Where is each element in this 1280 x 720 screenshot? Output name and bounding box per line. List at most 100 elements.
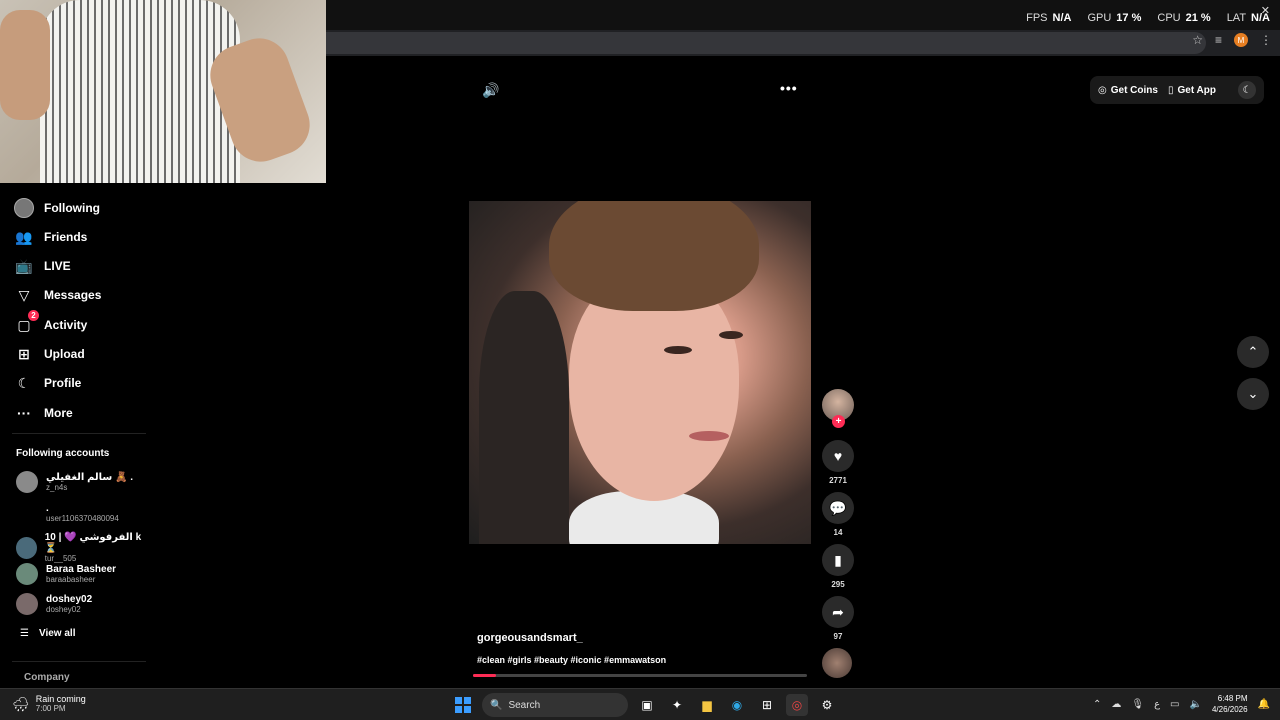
webcam-hand [0, 10, 50, 120]
avatar [16, 537, 37, 559]
more-options-icon[interactable]: ••• [780, 80, 798, 96]
bookmark-star-icon[interactable]: ☆ [1192, 33, 1203, 47]
chevron-up-icon: ⌃ [1247, 344, 1259, 359]
account-item[interactable]: . user1106370480094 [16, 502, 119, 524]
account-item[interactable]: doshey02 doshey02 [16, 593, 92, 615]
gpu-label: GPU [1087, 12, 1112, 24]
sidebar-item-label: More [44, 406, 73, 420]
webcam-person [40, 0, 240, 183]
theme-toggle-icon[interactable]: ☾ [1238, 81, 1256, 99]
clock-time: 6:48 PM [1217, 694, 1248, 703]
sidebar-item-label: Activity [44, 318, 88, 332]
cpu-label: CPU [1157, 12, 1181, 24]
sidebar-item-profile[interactable]: ☾ Profile [14, 373, 82, 393]
activity-icon: ▢ 2 [14, 310, 39, 335]
address-bar[interactable] [326, 32, 1206, 54]
sidebar-item-label: Messages [44, 288, 102, 302]
account-name: doshey02 [46, 593, 93, 605]
store-icon[interactable]: ⊞ [756, 694, 778, 716]
share-button[interactable]: ➦ [822, 596, 854, 628]
get-coins-button[interactable]: ◎ Get Coins [1098, 85, 1158, 96]
follow-plus-icon[interactable]: + [832, 415, 845, 428]
activity-badge: 2 [28, 310, 39, 321]
copilot-icon[interactable]: ✦ [666, 694, 688, 716]
view-all-label: View all [38, 628, 76, 639]
webcam-overlay [0, 0, 326, 183]
avatar [16, 563, 38, 585]
start-button[interactable] [452, 694, 474, 716]
following-avatar [14, 198, 34, 218]
next-video-button[interactable]: ⌄ [1237, 378, 1269, 410]
save-count: 295 [831, 580, 845, 589]
sidebar-item-following[interactable]: Following [14, 198, 100, 218]
account-handle: baraabasheer [46, 574, 96, 584]
music-disc[interactable] [822, 648, 852, 678]
weather-title: Rain coming [35, 694, 86, 704]
browser-menu-icon[interactable]: ⋮ [1260, 33, 1272, 47]
notification-bell-icon[interactable]: 🔔 [1258, 699, 1270, 710]
list-icon: ☰ [20, 628, 29, 639]
comment-button[interactable]: 💬 [822, 492, 854, 524]
cloud-icon[interactable]: ☁ [1111, 699, 1121, 710]
view-all-link[interactable]: ☰ View all [20, 628, 75, 639]
company-link[interactable]: Company [24, 672, 70, 683]
get-app-label: Get App [1177, 84, 1216, 96]
microphone-icon[interactable]: 🎙 [1131, 699, 1144, 710]
previous-video-button[interactable]: ⌃ [1237, 336, 1269, 368]
like-button[interactable]: ♥ [822, 440, 854, 472]
taskbar-search[interactable]: 🔍 Search [482, 693, 628, 717]
reading-list-icon[interactable]: ≡ [1215, 33, 1222, 47]
avatar [16, 502, 38, 524]
sidebar-item-live[interactable]: 📺 LIVE [14, 256, 71, 276]
phone-icon: ▯ [1167, 84, 1174, 96]
more-icon: ··· [17, 405, 31, 421]
account-item[interactable]: 10 | 💜 الفرفوشي k ⏳ tur__505 [16, 532, 150, 564]
chevron-up-icon[interactable]: ⌃ [1093, 699, 1101, 710]
account-name: Baraa Basheer [46, 563, 117, 575]
video-progress-bar[interactable] [473, 674, 807, 677]
coin-icon: ◎ [1098, 84, 1107, 96]
speaker-icon[interactable]: 🔈 [1190, 699, 1202, 710]
bookmark-icon: ▮ [834, 551, 842, 568]
fps-label: FPS [1026, 12, 1048, 24]
get-app-button[interactable]: ▯ Get App [1168, 85, 1216, 96]
weather-widget[interactable]: 🌧 Rain coming 7:00 PM [12, 694, 86, 714]
close-icon[interactable]: ✕ [1261, 4, 1270, 17]
account-name: سالم الغفيلي 🧸 . [46, 471, 134, 483]
browser-toolbar: ☆ ≡ M ⋮ [326, 30, 1280, 56]
file-explorer-icon[interactable]: ▆ [696, 694, 718, 716]
video-username[interactable]: gorgeousandsmart_ [477, 632, 583, 644]
account-item[interactable]: Baraa Basheer baraabasheer [16, 563, 116, 585]
account-name: 10 | 💜 الفرفوشي k ⏳ [44, 532, 142, 554]
performance-overlay: FPS N/A GPU 17 % CPU 21 % LAT N/A ✕ [326, 0, 1280, 30]
weather-time: 7:00 PM [35, 704, 66, 713]
app-icon[interactable]: ⚙ [816, 694, 838, 716]
volume-icon[interactable]: 🔊 [482, 82, 499, 99]
profile-avatar[interactable]: M [1234, 33, 1248, 47]
task-view-icon[interactable]: ▣ [636, 694, 658, 716]
save-button[interactable]: ▮ [822, 544, 854, 576]
chrome-icon[interactable]: ◎ [786, 694, 808, 716]
lat-label: LAT [1226, 12, 1247, 24]
video-eye [719, 331, 743, 339]
sidebar-item-label: LIVE [44, 259, 71, 273]
sidebar-item-more[interactable]: ··· More [14, 403, 73, 423]
account-handle: user1106370480094 [46, 513, 119, 523]
fps-value: N/A [1052, 12, 1072, 24]
sidebar-item-messages[interactable]: ▽ Messages [14, 285, 102, 305]
sidebar-item-upload[interactable]: ⊞ Upload [14, 344, 85, 364]
edge-icon[interactable]: ◉ [726, 694, 748, 716]
clock[interactable]: 6:48 PM 4/26/2026 [1212, 693, 1248, 715]
search-icon: 🔍 [490, 699, 503, 711]
clock-date: 4/26/2026 [1211, 705, 1248, 714]
account-item[interactable]: سالم الغفيلي 🧸 . z_n4s [16, 471, 133, 493]
language-indicator[interactable]: ع [1154, 699, 1160, 710]
gpu-value: 17 % [1116, 12, 1142, 24]
network-icon[interactable]: ▭ [1170, 699, 1179, 710]
comment-count: 14 [833, 528, 843, 537]
share-count: 97 [833, 632, 843, 641]
video-player[interactable] [469, 201, 811, 544]
sidebar-item-activity[interactable]: ▢ 2 Activity [14, 310, 88, 335]
sidebar-item-friends[interactable]: 👥 Friends [14, 227, 87, 247]
video-hashtags[interactable]: #clean #girls #beauty #iconic #emmawatso… [477, 655, 666, 665]
